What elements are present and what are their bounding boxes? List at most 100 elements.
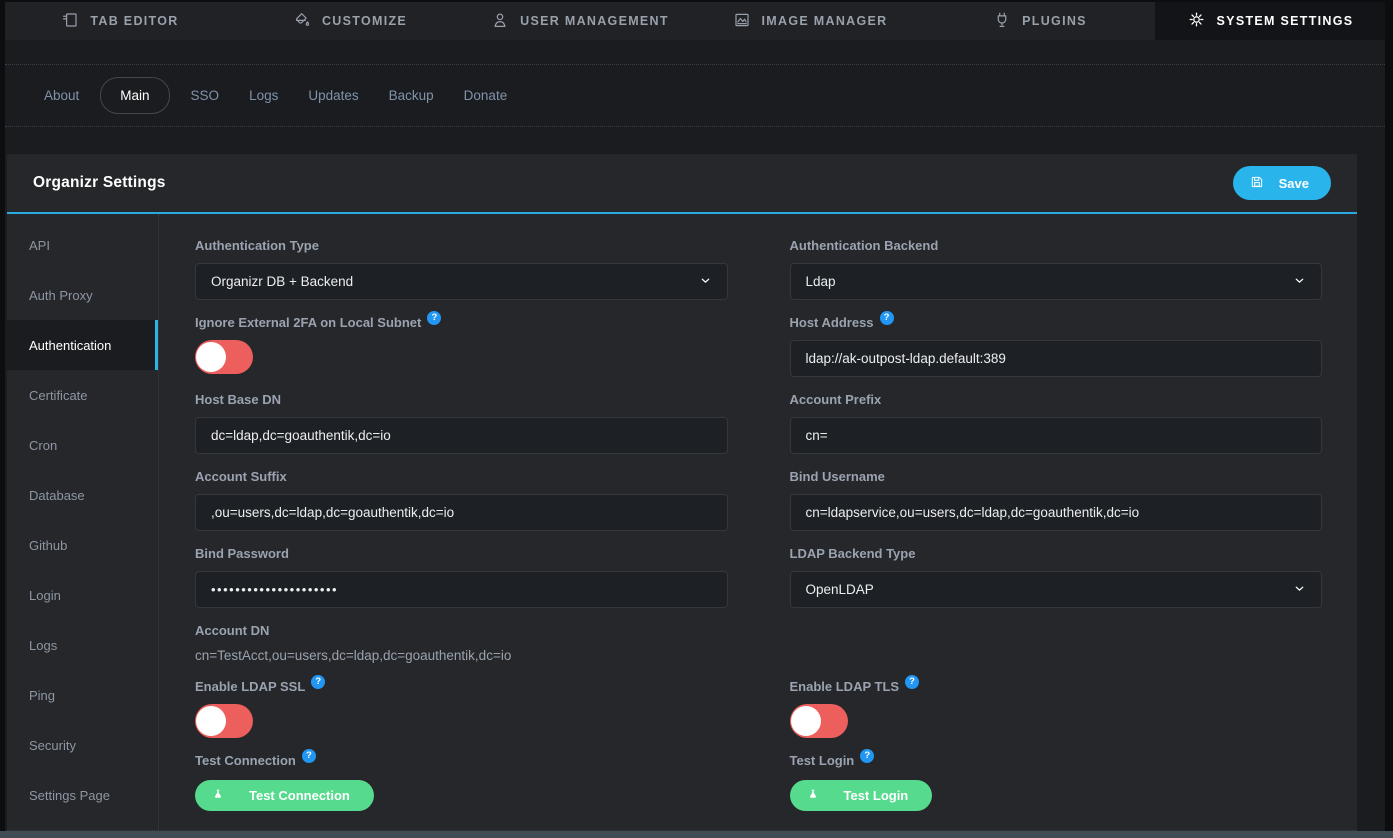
chevron-down-icon [1293,582,1306,598]
flask-icon [807,788,819,804]
page-title: Organizr Settings [33,174,166,192]
sidebar-item-security[interactable]: Security [7,720,158,770]
save-button-label: Save [1279,176,1309,191]
selected-value: Ldap [806,274,836,289]
account-dn-value: cn=TestAcct,ou=users,dc=ldap,dc=goauthen… [195,647,728,664]
test-login-button[interactable]: Test Login [790,780,933,811]
topnav-label: PLUGINS [1022,14,1087,28]
field-label: Test Login ? [790,753,1323,769]
sidebar-item-cron[interactable]: Cron [7,420,158,470]
subnav-item-updates[interactable]: Updates [293,79,373,112]
topnav-label: TAB EDITOR [90,14,178,28]
sidebar-item-database[interactable]: Database [7,470,158,520]
help-icon[interactable]: ? [905,675,919,689]
enable-ldap-tls-toggle[interactable] [790,704,848,738]
authentication-backend-select[interactable]: Ldap [790,263,1323,300]
topnav-item-plugins[interactable]: PLUGINS [925,2,1155,40]
topnav-item-system-settings[interactable]: SYSTEM SETTINGS [1155,2,1385,40]
subnav-item-backup[interactable]: Backup [374,79,449,112]
toggle-knob [196,706,226,736]
subnav-item-main[interactable]: Main [100,77,169,114]
subnav-item-logs[interactable]: Logs [234,79,293,112]
chevron-down-icon [699,274,712,290]
tab-editor-icon [61,11,79,32]
sidebar-item-auth-proxy[interactable]: Auth Proxy [7,270,158,320]
top-navigation: TAB EDITOR CUSTOMIZE USER MANAGEMENT IMA… [5,2,1385,40]
bind-username-input[interactable] [790,494,1323,531]
organizr-settings-panel: Organizr Settings Save API Auth Proxy Au… [7,154,1357,831]
host-base-dn-input[interactable] [195,417,728,454]
field-label: Enable LDAP SSL ? [195,679,728,695]
field-label: Account Suffix [195,469,728,485]
floppy-disk-icon [1250,175,1264,192]
sidebar-item-github[interactable]: Github [7,520,158,570]
flask-icon [212,788,224,804]
field-label: Authentication Type [195,238,728,254]
panel-header: Organizr Settings Save [7,154,1357,214]
authentication-type-select[interactable]: Organizr DB + Backend [195,263,728,300]
help-icon[interactable]: ? [311,675,325,689]
topnav-label: CUSTOMIZE [322,14,407,28]
test-connection-button[interactable]: Test Connection [195,780,374,811]
topnav-item-image-manager[interactable]: IMAGE MANAGER [695,2,925,40]
empty-cell [790,623,1323,664]
sidebar-item-logs[interactable]: Logs [7,620,158,670]
subnav-item-donate[interactable]: Donate [449,79,523,112]
field-label: Authentication Backend [790,238,1323,254]
host-address-input[interactable] [790,340,1323,377]
topnav-item-tab-editor[interactable]: TAB EDITOR [5,2,235,40]
field-label: Host Base DN [195,392,728,408]
account-prefix-input[interactable] [790,417,1323,454]
settings-sidebar: API Auth Proxy Authentication Certificat… [7,214,159,830]
nav-divider [5,40,1385,65]
help-icon[interactable]: ? [860,749,874,763]
topnav-item-user-management[interactable]: USER MANAGEMENT [465,2,695,40]
window-bottom-edge [0,831,1393,838]
help-icon[interactable]: ? [880,311,894,325]
sidebar-item-login[interactable]: Login [7,570,158,620]
sidebar-item-certificate[interactable]: Certificate [7,370,158,420]
topnav-label: IMAGE MANAGER [762,14,888,28]
help-icon[interactable]: ? [427,311,441,325]
test-login-button-label: Test Login [844,788,909,803]
field-label: Account Prefix [790,392,1323,408]
toggle-knob [791,706,821,736]
app-window: TAB EDITOR CUSTOMIZE USER MANAGEMENT IMA… [5,2,1385,831]
subnav-item-sso[interactable]: SSO [176,79,235,112]
field-label: Account DN [195,623,728,639]
sidebar-item-authentication[interactable]: Authentication [7,320,158,370]
customize-icon [293,11,311,32]
sidebar-item-api[interactable]: API [7,220,158,270]
ignore-2fa-toggle[interactable] [195,340,253,374]
topnav-item-customize[interactable]: CUSTOMIZE [235,2,465,40]
bind-password-input[interactable] [195,571,728,608]
field-label: Enable LDAP TLS ? [790,679,1323,695]
chevron-down-icon [1293,274,1306,290]
field-label: Test Connection ? [195,753,728,769]
save-button[interactable]: Save [1233,166,1331,200]
test-connection-button-label: Test Connection [249,788,350,803]
help-icon[interactable]: ? [302,749,316,763]
enable-ldap-ssl-toggle[interactable] [195,704,253,738]
field-label: Host Address ? [790,315,1323,331]
topnav-label: USER MANAGEMENT [520,14,669,28]
topnav-label: SYSTEM SETTINGS [1217,14,1354,28]
sidebar-item-ping[interactable]: Ping [7,670,158,720]
settings-subnav: About Main SSO Logs Updates Backup Donat… [5,65,1385,127]
selected-value: OpenLDAP [806,582,874,597]
subnav-item-about[interactable]: About [29,79,94,112]
field-label: Bind Password [195,546,728,562]
toggle-knob [196,342,226,372]
account-suffix-input[interactable] [195,494,728,531]
image-manager-icon [733,11,751,32]
field-label: Ignore External 2FA on Local Subnet ? [195,315,728,331]
field-label: LDAP Backend Type [790,546,1323,562]
plugins-icon [993,11,1011,32]
gear-icon [1187,10,1206,32]
authentication-settings-form: Authentication Type Organizr DB + Backen… [159,214,1357,830]
ldap-backend-type-select[interactable]: OpenLDAP [790,571,1323,608]
sidebar-item-settings-page[interactable]: Settings Page [7,770,158,820]
selected-value: Organizr DB + Backend [211,274,353,289]
user-management-icon [491,11,509,32]
field-label: Bind Username [790,469,1323,485]
